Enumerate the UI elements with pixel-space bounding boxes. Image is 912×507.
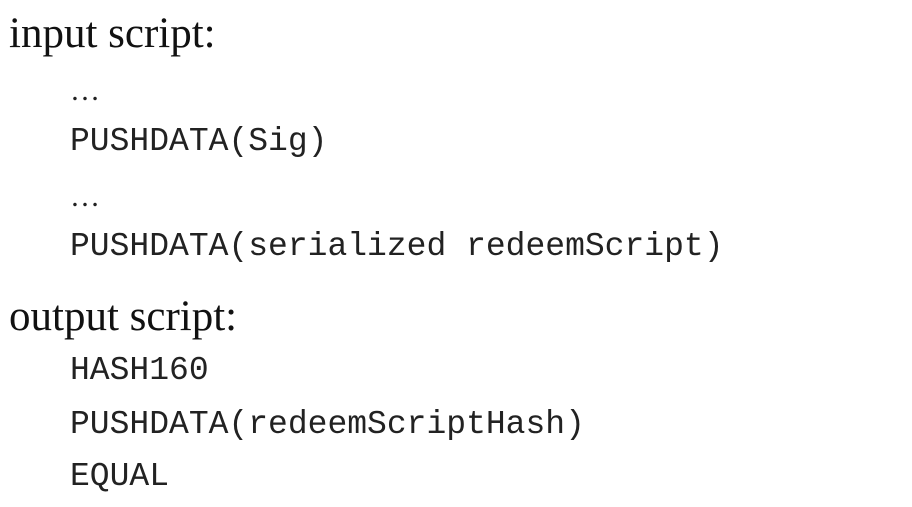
output-script-line-hash160: HASH160 bbox=[70, 352, 209, 389]
input-script-ellipsis: … bbox=[70, 74, 100, 107]
input-script-heading: input script: bbox=[9, 10, 216, 57]
slide: input script: … PUSHDATA(Sig) … PUSHDATA… bbox=[0, 0, 912, 507]
input-script-line-pushdata-sig: PUSHDATA(Sig) bbox=[70, 123, 328, 160]
output-script-line-equal: EQUAL bbox=[70, 458, 170, 495]
output-script-heading: output script: bbox=[9, 293, 238, 340]
output-script-line-pushdata-hash: PUSHDATA(redeemScriptHash) bbox=[70, 406, 585, 443]
input-script-ellipsis: … bbox=[70, 180, 100, 213]
input-script-line-pushdata-redeem-script: PUSHDATA(serialized redeemScript) bbox=[70, 228, 724, 265]
